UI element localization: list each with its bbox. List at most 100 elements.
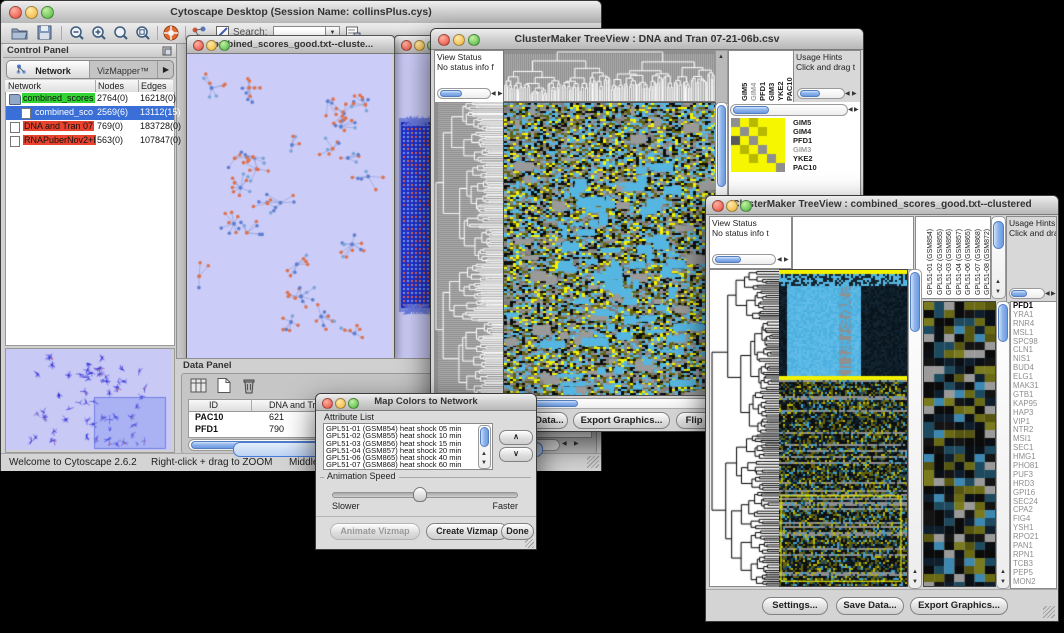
- close-button[interactable]: [712, 200, 724, 212]
- tv1-titlebar[interactable]: ClusterMaker TreeView : DNA and Tran 07-…: [431, 29, 863, 50]
- minimize-button[interactable]: [726, 200, 738, 212]
- tv2-export-graphics-button[interactable]: Export Graphics...: [910, 597, 1008, 615]
- attribute-item[interactable]: GPL51-07 (GSM868) heat shock 60 min: [326, 461, 478, 468]
- tv1-right-hscrollbar[interactable]: [730, 104, 848, 116]
- network-table-row[interactable]: DNA and Tran 07769(0)183728(0): [6, 120, 174, 134]
- zoom-button[interactable]: [348, 398, 359, 409]
- help-lifering-icon[interactable]: [163, 25, 179, 41]
- tv1-cluster-matrix[interactable]: [731, 118, 785, 172]
- tv2-usage-text: Click and drag: [1009, 228, 1057, 238]
- tv2-zoom-heatmap[interactable]: [923, 301, 996, 587]
- zoom-button[interactable]: [740, 200, 752, 212]
- zoom-button[interactable]: [468, 34, 480, 46]
- tv2-zoom-vscrollbar[interactable]: ▲ ▼: [996, 301, 1010, 589]
- tv2-column-label: GPL51-01 (GSM854): [927, 229, 934, 295]
- zoom-fit-icon[interactable]: [135, 25, 151, 41]
- tv1-usage-title: Usage Hints: [796, 52, 842, 62]
- select-attributes-icon[interactable]: [190, 377, 208, 395]
- tv2-heatmap[interactable]: [779, 269, 908, 587]
- animate-vizmap-button[interactable]: Animate Vizmap: [330, 523, 420, 540]
- delete-attribute-icon[interactable]: [240, 377, 258, 395]
- network-nodes: 2764(0): [97, 93, 128, 103]
- zoom-selected-icon[interactable]: [113, 25, 129, 41]
- minimize-button[interactable]: [25, 6, 38, 19]
- close-button[interactable]: [322, 398, 333, 409]
- data-cell-value: 621: [269, 412, 284, 422]
- network-table-row[interactable]: combined_sco2569(6)13112(15): [6, 106, 174, 120]
- network-name: combined_scores: [22, 93, 95, 103]
- tv1-corner-strip: ▲: [715, 50, 728, 104]
- tv1-row-label: PFD1: [793, 136, 817, 145]
- tv2-status-hscrollbar[interactable]: [712, 254, 776, 265]
- tv2-column-labels: GPL51-01 (GSM854)GPL51-02 (GSM855)GPL51-…: [915, 216, 991, 299]
- tv1-column-label: YKE2: [776, 81, 785, 101]
- tv2-row-dendrogram[interactable]: [709, 269, 780, 587]
- network-tree-icon: [16, 64, 26, 74]
- network-table-row[interactable]: combined_scores2764(0)16218(0): [6, 92, 174, 106]
- minimize-button[interactable]: [414, 40, 425, 51]
- attribute-up-button[interactable]: ∧: [499, 430, 533, 445]
- tv2-column-label: GPL51-06 (GSM865): [965, 229, 972, 295]
- col-edges: Edges: [141, 81, 167, 91]
- zoom-out-icon[interactable]: [69, 25, 85, 41]
- save-icon[interactable]: [37, 25, 52, 40]
- birdseye-view[interactable]: [5, 348, 175, 453]
- zoom-button[interactable]: [41, 6, 54, 19]
- tv1-usage-hscrollbar[interactable]: [797, 88, 845, 99]
- data-cell-id: PAC10: [195, 412, 223, 422]
- status-zoom-hint: Right-click + drag to ZOOM: [151, 457, 272, 468]
- main-titlebar[interactable]: Cytoscape Desktop (Session Name: collins…: [1, 1, 601, 24]
- tv1-row-dendrogram[interactable]: [434, 102, 503, 396]
- create-vizmap-button[interactable]: Create Vizmap: [426, 523, 508, 540]
- tv1-row-label: GIM5: [793, 118, 817, 127]
- gene-label: MON2: [1011, 578, 1056, 587]
- tv2-gene-list: PFD1YRA1RNR4MSL1SPC98CLN1NIS1BUD4ELG1MAK…: [1010, 301, 1057, 589]
- open-file-icon[interactable]: [11, 25, 28, 40]
- zoom-button[interactable]: [219, 40, 230, 51]
- network-name: combined_sco: [34, 107, 94, 117]
- attribute-down-button[interactable]: ∨: [499, 447, 533, 462]
- slider-thumb[interactable]: [413, 487, 427, 502]
- tv2-usage-hscrollbar[interactable]: [1009, 288, 1045, 299]
- tv2-save-data-button[interactable]: Save Data...: [836, 597, 904, 615]
- close-button[interactable]: [193, 40, 204, 51]
- tv1-title: ClusterMaker TreeView : DNA and Tran 07-…: [515, 33, 780, 45]
- tab-overflow-button[interactable]: ▶: [157, 61, 174, 78]
- document-icon: [10, 122, 20, 133]
- float-panel-icon[interactable]: [162, 46, 172, 56]
- dialog-resize-grip[interactable]: [525, 539, 534, 548]
- network1-canvas[interactable]: [187, 54, 392, 358]
- close-button[interactable]: [438, 34, 450, 46]
- network-table-row[interactable]: RNAPuberNov2+I563(0)107847(0): [6, 134, 174, 148]
- tv1-export-graphics-button[interactable]: Export Graphics...: [573, 412, 670, 429]
- network-edges: 107847(0): [140, 135, 181, 145]
- dialog-title: Map Colors to Network: [374, 396, 477, 407]
- minimize-button[interactable]: [206, 40, 217, 51]
- main-resize-grip[interactable]: [587, 456, 599, 468]
- tv2-titlebar[interactable]: ClusterMaker TreeView : combined_scores_…: [706, 196, 1058, 215]
- tab-vizmapper[interactable]: VizMapper™: [90, 61, 156, 78]
- minimize-button[interactable]: [335, 398, 346, 409]
- tv2-heatmap-vscrollbar[interactable]: ▲ ▼: [908, 269, 922, 589]
- tv2-view-status-text: No status info t: [712, 228, 769, 238]
- tv2-settings-button[interactable]: Settings...: [762, 597, 828, 615]
- tv1-usage-hints-panel: Usage Hints Click and drag t ◀ ▶: [793, 50, 861, 103]
- attribute-list[interactable]: GPL51-01 (GSM854) heat shock 05 minGPL51…: [323, 423, 493, 470]
- done-button[interactable]: Done: [501, 523, 534, 540]
- col-network: Network: [8, 81, 41, 91]
- tab-network[interactable]: Network: [7, 61, 90, 78]
- tv2-labels-vscrollbar[interactable]: ▲ ▼: [991, 216, 1006, 299]
- zoom-in-icon[interactable]: [91, 25, 107, 41]
- tv1-status-hscrollbar[interactable]: [437, 88, 491, 99]
- close-button[interactable]: [401, 40, 412, 51]
- new-attribute-icon[interactable]: [215, 377, 233, 395]
- tv1-view-status-title: View Status: [437, 52, 482, 62]
- close-button[interactable]: [9, 6, 22, 19]
- tv1-heatmap[interactable]: [503, 102, 716, 396]
- attribute-list-vscrollbar[interactable]: ▲ ▼: [478, 425, 491, 469]
- tv2-resize-grip[interactable]: [1043, 606, 1055, 618]
- control-panel-tabbar: Network VizMapper™ ▶: [6, 60, 174, 79]
- network-view-window-1: combined_scores_good.txt--cluste...: [186, 35, 395, 359]
- tv1-column-dendrogram[interactable]: [503, 50, 715, 102]
- minimize-button[interactable]: [453, 34, 465, 46]
